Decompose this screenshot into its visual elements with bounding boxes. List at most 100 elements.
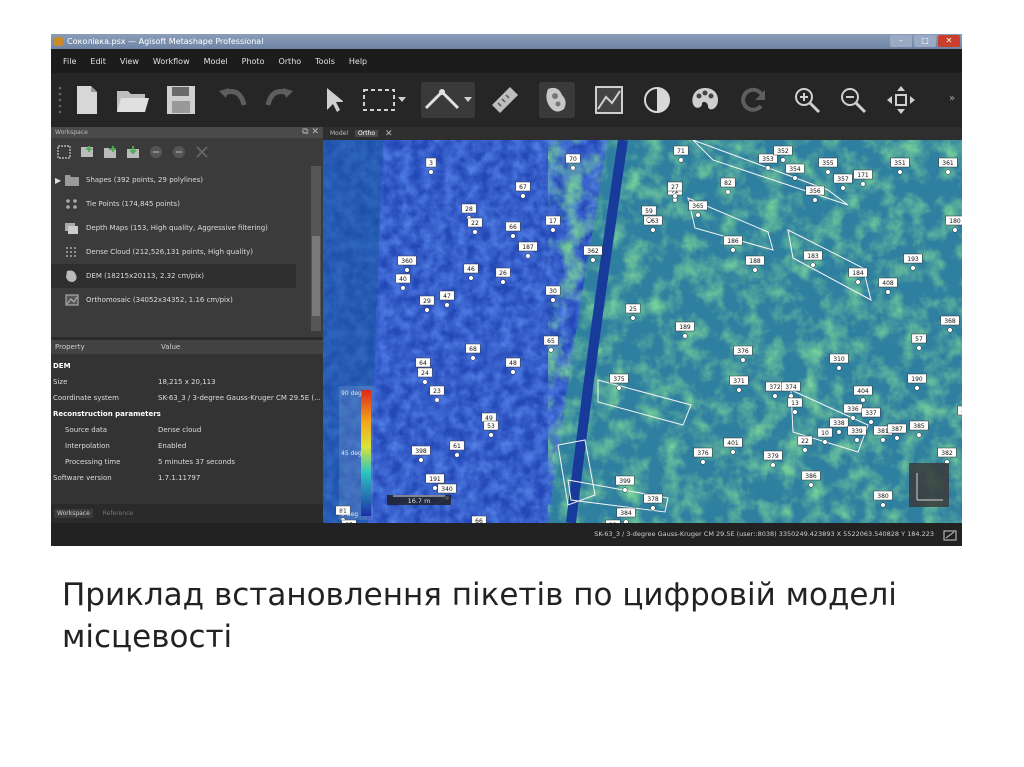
minimize-button[interactable]: – xyxy=(890,35,912,47)
picket-label: 70 xyxy=(569,156,577,163)
tree-item-label: Orthomosaic (34052x34352, 1.16 cm/pix) xyxy=(86,296,233,304)
tab-workspace[interactable]: Workspace xyxy=(54,508,93,518)
ruler-button[interactable] xyxy=(487,82,523,118)
rectangle-selection-button[interactable] xyxy=(361,82,409,118)
update-button[interactable] xyxy=(735,82,771,118)
tab-ortho[interactable]: Ortho xyxy=(355,130,379,137)
picket-label: 351 xyxy=(894,160,906,167)
reset-view-button[interactable] xyxy=(883,82,919,118)
add-folder-icon[interactable] xyxy=(103,145,117,159)
picket-point xyxy=(910,265,916,271)
picket-point xyxy=(510,233,516,239)
close-tab-icon[interactable]: ✕ xyxy=(382,129,396,139)
panel-float-close-icon[interactable]: ⧉ ✕ xyxy=(302,127,319,138)
picket-label: 22 xyxy=(471,220,479,227)
undo-button[interactable] xyxy=(215,82,251,118)
picket-point xyxy=(432,485,438,491)
toolbar-overflow-icon[interactable]: » xyxy=(949,93,955,104)
close-window-button[interactable]: ✕ xyxy=(938,35,960,47)
color-palette-button[interactable] xyxy=(687,82,723,118)
maximize-button[interactable]: □ xyxy=(914,35,936,47)
legend-max-label: 90 deg xyxy=(341,390,362,397)
menu-tools[interactable]: Tools xyxy=(315,57,335,66)
remove-items-icon[interactable] xyxy=(149,145,163,159)
draw-polyline-button[interactable] xyxy=(421,82,475,118)
property-row-interpolation: Interpolation Enabled xyxy=(65,442,187,450)
tab-reference[interactable]: Reference xyxy=(103,510,133,517)
navigation-tool-button[interactable] xyxy=(315,82,351,118)
picket-point xyxy=(916,432,922,438)
legend-mid-label: 45 deg xyxy=(341,450,362,457)
picket-point xyxy=(548,347,554,353)
redo-button[interactable] xyxy=(261,82,297,118)
picket-point xyxy=(682,333,688,339)
picket-point xyxy=(780,157,786,163)
menu-model[interactable]: Model xyxy=(204,57,228,66)
menu-workflow[interactable]: Workflow xyxy=(153,57,190,66)
value-column-header[interactable]: Value xyxy=(161,340,180,354)
contrast-button[interactable] xyxy=(639,82,675,118)
menu-file[interactable]: File xyxy=(63,57,76,66)
add-photos-icon[interactable] xyxy=(80,145,94,159)
open-button[interactable] xyxy=(115,82,151,118)
picket-label: 47 xyxy=(443,293,451,300)
add-chunk-icon[interactable] xyxy=(57,145,71,159)
tree-item-orthomosaic[interactable]: Orthomosaic (34052x34352, 1.16 cm/pix) xyxy=(51,288,296,312)
picket-label: 67 xyxy=(519,184,527,191)
clear-icon[interactable] xyxy=(195,145,209,159)
picket-point xyxy=(802,447,808,453)
dense-cloud-icon xyxy=(66,247,76,257)
zoom-in-button[interactable] xyxy=(789,82,825,118)
picket-point xyxy=(454,452,460,458)
tree-item-depth-maps[interactable]: Depth Maps (153, High quality, Aggressiv… xyxy=(51,216,296,240)
menu-ortho[interactable]: Ortho xyxy=(278,57,301,66)
picket-label: 387 xyxy=(891,426,903,433)
picket-label: 46 xyxy=(467,266,475,273)
dem-map[interactable]: 3286770717282353352354355356357171351 361… xyxy=(323,140,962,523)
tree-item-dense-cloud[interactable]: Dense Cloud (212,526,131 points, High qu… xyxy=(51,240,296,264)
tree-item-shapes[interactable]: ▶ Shapes (392 points, 29 polylines) xyxy=(51,168,296,192)
orthomosaic-icon xyxy=(65,294,79,306)
menu-view[interactable]: View xyxy=(120,57,139,66)
coordinate-mode-icon[interactable] xyxy=(943,528,957,542)
picket-label: 183 xyxy=(807,253,819,260)
picket-point xyxy=(472,229,478,235)
picket-point xyxy=(434,397,440,403)
menu-photo[interactable]: Photo xyxy=(242,57,265,66)
picket-label: 66 xyxy=(509,224,517,231)
workspace-panel: Workspace ⧉ ✕ ▶ Shapes (392 points, 29 p… xyxy=(51,127,323,337)
picket-label: 409 xyxy=(961,408,962,415)
picket-label: 53 xyxy=(487,423,495,430)
picket-point xyxy=(695,212,701,218)
picket-point xyxy=(850,415,856,421)
disable-items-icon[interactable] xyxy=(172,145,186,159)
show-dem-button[interactable] xyxy=(539,82,575,118)
title-bar: Соколівка.psx — Agisoft Metashape Profes… xyxy=(51,34,962,49)
import-icon[interactable] xyxy=(126,145,140,159)
menu-help[interactable]: Help xyxy=(349,57,367,66)
ortho-view[interactable]: 3 28 67 70 71 72 82 353 352 354 355 356 357 171 351 361… xyxy=(323,140,962,523)
picket-label: 357 xyxy=(837,176,849,183)
picket-marker[interactable]: 66 xyxy=(471,515,487,523)
workspace-scrollbar[interactable] xyxy=(311,166,321,331)
show-orthomosaic-button[interactable] xyxy=(591,82,627,118)
menu-edit[interactable]: Edit xyxy=(90,57,106,66)
orthomosaic-icon xyxy=(595,86,623,114)
zoom-out-button[interactable] xyxy=(835,82,871,118)
picket-point xyxy=(510,369,516,375)
picket-point xyxy=(765,165,771,171)
picket-point xyxy=(812,197,818,203)
tree-item-dem[interactable]: DEM (18215x20113, 2.32 cm/pix) xyxy=(51,264,296,288)
new-document-button[interactable] xyxy=(69,82,105,118)
save-button[interactable] xyxy=(163,82,199,118)
picket-label: 356 xyxy=(809,188,821,195)
picket-label: 380 xyxy=(877,493,889,500)
picket-label: 362 xyxy=(587,248,599,255)
scrollbar-thumb[interactable] xyxy=(312,236,320,316)
tree-item-tie-points[interactable]: Tie Points (174,845 points) xyxy=(51,192,296,216)
tab-model[interactable]: Model xyxy=(327,130,351,137)
folder-icon xyxy=(65,175,79,186)
property-column-header[interactable]: Property xyxy=(55,340,85,354)
picket-label: 26 xyxy=(499,270,507,277)
expand-arrow-icon[interactable]: ▶ xyxy=(51,176,65,185)
